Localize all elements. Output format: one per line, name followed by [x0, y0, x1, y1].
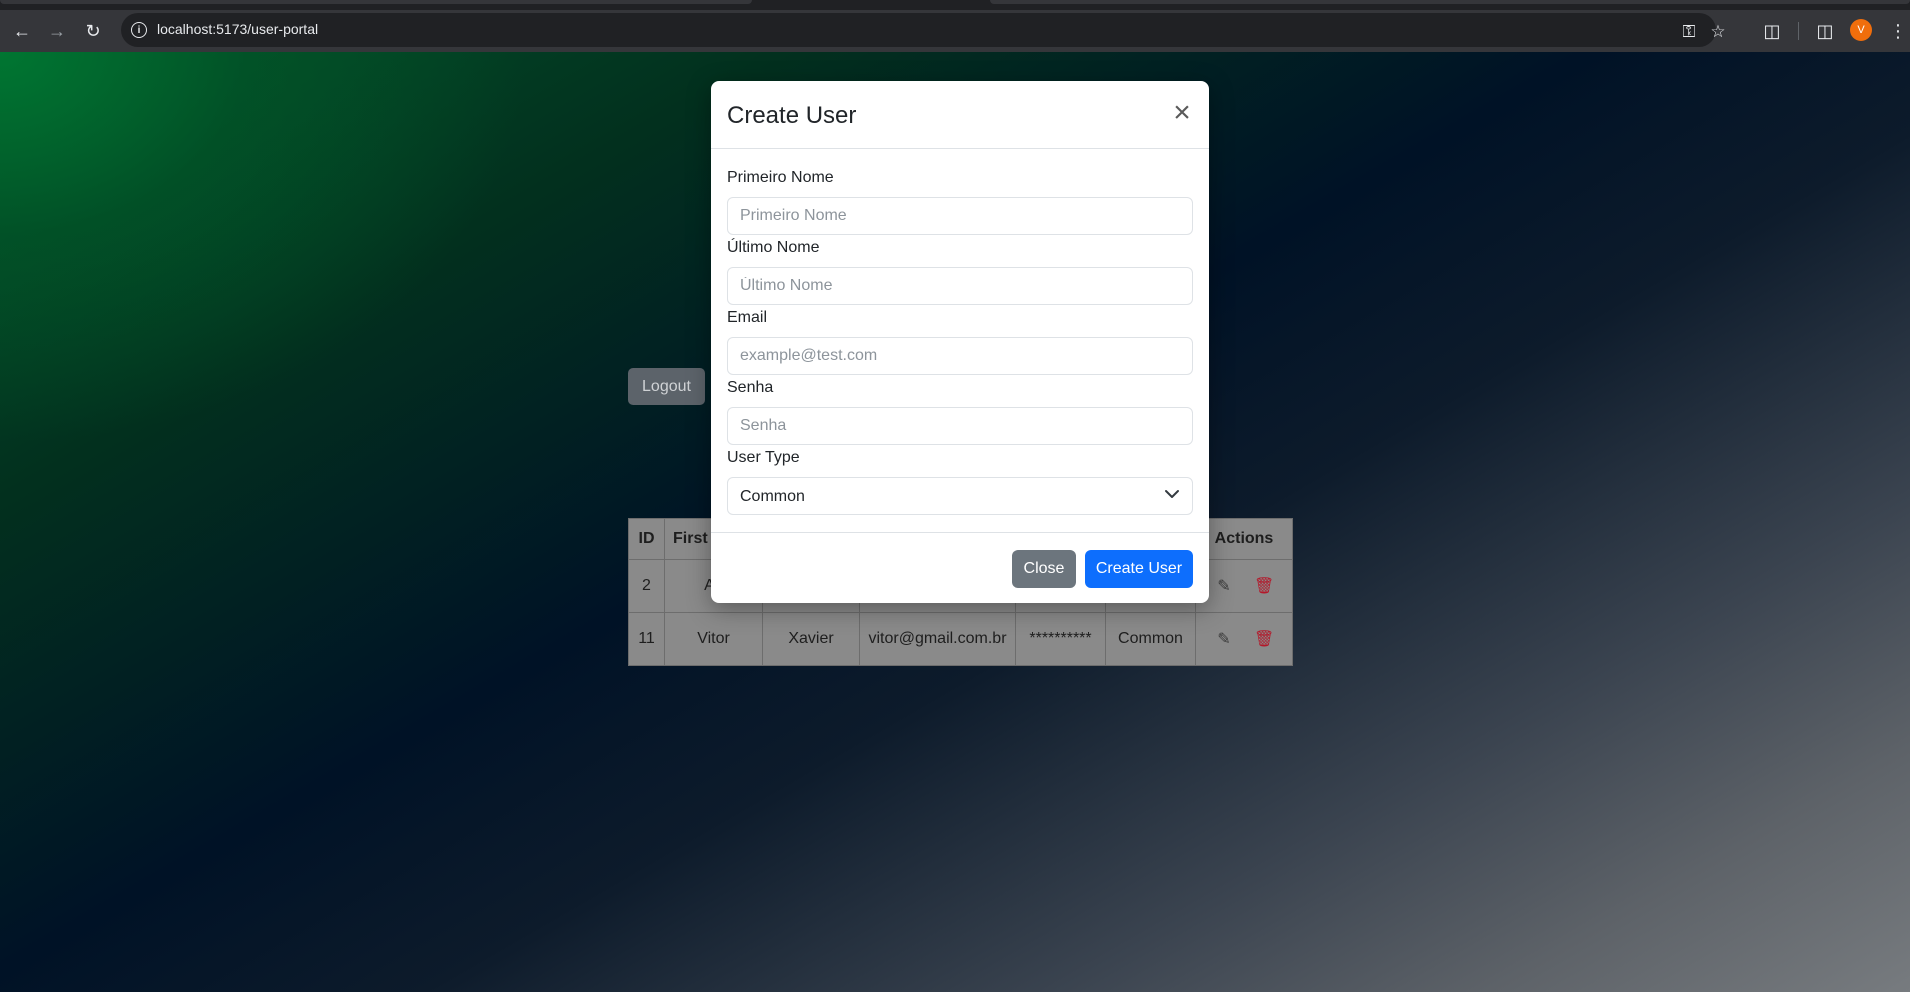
- user-type-label: User Type: [727, 449, 800, 466]
- cell-actions: ✎ 🗑: [1195, 612, 1293, 666]
- create-user-button[interactable]: Create User: [1085, 550, 1193, 588]
- address-bar[interactable]: i localhost:5173/user-portal ⚿ ☆: [121, 13, 1726, 47]
- modal-header: Create User ×: [711, 81, 1209, 149]
- user-type-selected-value: Common: [740, 488, 805, 505]
- column-header-id: ID: [628, 518, 665, 560]
- password-key-icon[interactable]: ⚿: [1678, 21, 1700, 43]
- cell-last-name: Xavier: [762, 612, 860, 666]
- cell-email: vitor@gmail.com.br: [859, 612, 1016, 666]
- cell-id: 11: [628, 612, 665, 666]
- forward-icon[interactable]: →: [45, 19, 69, 43]
- first-name-label: Primeiro Nome: [727, 169, 834, 186]
- table-row: 11 Vitor Xavier vitor@gmail.com.br *****…: [628, 612, 1293, 666]
- side-panel-icon[interactable]: ◫: [1813, 19, 1837, 43]
- modal-footer: Close Create User: [711, 532, 1209, 603]
- cell-type: Common: [1105, 612, 1196, 666]
- password-label: Senha: [727, 379, 774, 396]
- cell-first-name: Vitor: [664, 612, 763, 666]
- modal-title: Create User: [727, 102, 857, 129]
- address-url[interactable]: localhost:5173/user-portal: [157, 21, 318, 37]
- extensions-icon[interactable]: ◫: [1760, 19, 1784, 43]
- toolbar-divider: [1798, 22, 1799, 40]
- email-input[interactable]: [727, 337, 1193, 375]
- site-info-icon[interactable]: i: [131, 22, 147, 38]
- bookmark-star-icon[interactable]: ☆: [1707, 21, 1729, 43]
- create-user-modal: Create User × Primeiro Nome Último Nome …: [711, 81, 1209, 603]
- user-type-select[interactable]: Common: [727, 477, 1193, 515]
- close-button[interactable]: Close: [1012, 550, 1076, 588]
- chevron-down-icon: [1165, 490, 1179, 498]
- edit-icon[interactable]: ✎: [1214, 629, 1234, 649]
- logout-button[interactable]: Logout: [628, 368, 705, 405]
- column-header-actions: Actions: [1195, 518, 1293, 560]
- reload-icon[interactable]: ↻: [81, 19, 105, 43]
- menu-kebab-icon[interactable]: ⋮: [1886, 19, 1910, 43]
- browser-chrome: ← → ↻ i localhost:5173/user-portal ⚿ ☆ ◫…: [0, 0, 1910, 52]
- first-name-input[interactable]: [727, 197, 1193, 235]
- password-input[interactable]: [727, 407, 1193, 445]
- profile-avatar[interactable]: V: [1850, 19, 1872, 41]
- last-name-label: Último Nome: [727, 239, 820, 256]
- close-icon[interactable]: ×: [1169, 98, 1195, 128]
- browser-toolbar: ← → ↻ i localhost:5173/user-portal ⚿ ☆ ◫…: [0, 10, 1910, 52]
- email-label: Email: [727, 309, 768, 326]
- trash-icon[interactable]: 🗑: [1254, 576, 1274, 596]
- back-icon[interactable]: ←: [10, 19, 34, 43]
- cell-actions: ✎ 🗑: [1195, 559, 1293, 613]
- trash-icon[interactable]: 🗑: [1254, 629, 1274, 649]
- tab-edge: [990, 0, 1910, 4]
- cell-password: **********: [1015, 612, 1106, 666]
- edit-icon[interactable]: ✎: [1214, 576, 1234, 596]
- cell-id: 2: [628, 559, 665, 613]
- last-name-input[interactable]: [727, 267, 1193, 305]
- tab-edge: [0, 0, 752, 4]
